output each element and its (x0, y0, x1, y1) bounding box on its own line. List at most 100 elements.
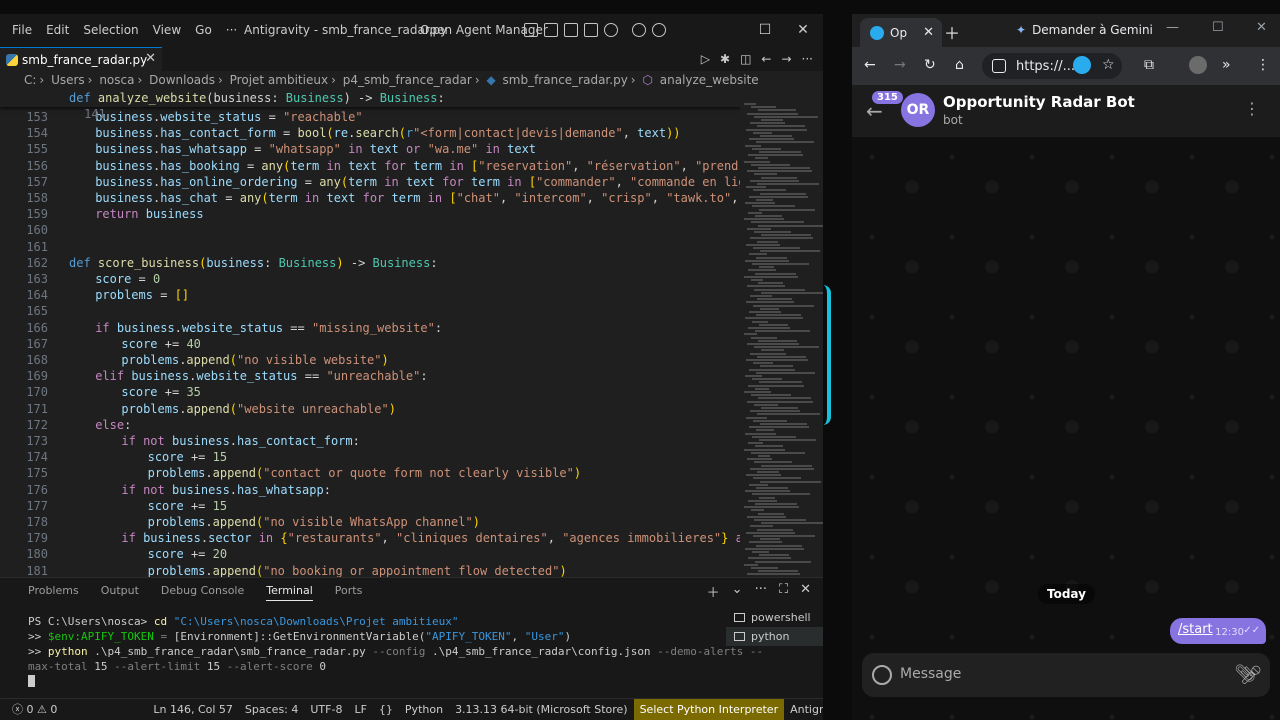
code-line[interactable]: 171 problems.append("website unreachable"… (0, 401, 740, 417)
code-line[interactable]: 169 elif business.website_status == "unre… (0, 368, 740, 384)
code-line[interactable]: 170 score += 35 (0, 384, 740, 400)
more-actions-icon[interactable]: ··· (802, 52, 813, 66)
code-line[interactable]: 161 (0, 239, 740, 255)
breadcrumb-item[interactable]: Projet ambitieux (230, 73, 328, 87)
profile-avatar[interactable] (1189, 56, 1207, 74)
ask-gemini-button[interactable]: ✦ Demander à Gemini (1016, 20, 1153, 40)
chevron-down-icon[interactable]: ⌄ (732, 582, 743, 601)
sidebar-toggle-icon[interactable] (544, 23, 558, 37)
menu-more[interactable]: ··· (219, 14, 244, 47)
tab-terminal[interactable]: Terminal (266, 584, 313, 601)
code-line[interactable]: 165 (0, 303, 740, 319)
maximize-icon[interactable]: ☐ (1212, 20, 1224, 35)
code-line[interactable]: 153 business.website_status = "reachable" (0, 109, 740, 125)
chat-name[interactable]: Opportunity Radar Bot (943, 93, 1135, 111)
code-line[interactable]: 163 score = 0 (0, 271, 740, 287)
close-panel-icon[interactable]: ✕ (800, 582, 811, 601)
tab-close-icon[interactable]: ✕ (145, 51, 156, 66)
microphone-icon[interactable]: 🎤︎ (1234, 655, 1268, 695)
back-icon[interactable]: ← (761, 52, 771, 66)
tab-debug-console[interactable]: Debug Console (161, 584, 244, 601)
tab-ports[interactable]: Ports (335, 584, 363, 601)
status-position[interactable]: Ln 146, Col 57 (147, 699, 239, 720)
emoji-icon[interactable] (872, 665, 892, 685)
back-icon[interactable]: ← (864, 57, 876, 73)
run-icon[interactable]: ▷ (701, 52, 710, 66)
chrome-icon[interactable] (632, 23, 646, 37)
status-encoding[interactable]: UTF-8 (304, 699, 348, 720)
bookmark-star-icon[interactable]: ☆ (1102, 57, 1115, 73)
more-icon[interactable]: ··· (755, 582, 767, 601)
message-composer[interactable]: Message 📎︎ (862, 653, 1270, 697)
new-terminal-icon[interactable]: ＋ (707, 582, 720, 601)
browser-menu-icon[interactable]: ⋮ (1256, 57, 1270, 73)
status-eol[interactable]: LF (348, 699, 372, 720)
status-problems[interactable]: ⓧ 0 ⚠ 0 (6, 699, 63, 720)
editor-tab-smb-france-radar[interactable]: smb_france_radar.py ✕ (0, 47, 162, 71)
browser-tab-telegram[interactable]: Op ✕ (860, 18, 942, 47)
chat-area[interactable]: Today /start 12:30 ✓✓ Message 📎︎ 🎤︎ (852, 137, 1280, 720)
forward-icon[interactable]: → (781, 52, 791, 66)
address-bar[interactable]: https://... (982, 53, 1122, 79)
menu-go[interactable]: Go (188, 14, 219, 47)
code-line[interactable]: 179 if business.sector in {"restaurants",… (0, 530, 740, 546)
code-line[interactable]: 166 if business.website_status == "missin… (0, 320, 740, 336)
code-line[interactable]: 172 else: (0, 417, 740, 433)
extensions-icon[interactable]: ⧉ (1144, 57, 1154, 73)
message-text[interactable]: /start (1178, 622, 1213, 637)
code-line[interactable]: 162 def score_business(business: Business… (0, 255, 740, 271)
code-line[interactable]: 177 score += 15 (0, 498, 740, 514)
select-interpreter-button[interactable]: Select Python Interpreter (633, 698, 785, 720)
status-language[interactable]: Python (399, 699, 449, 720)
terminal-item-python[interactable]: python (726, 627, 823, 646)
sticky-scroll-line[interactable]: 141 def analyze_website(business: Busine… (0, 89, 740, 121)
tab-close-icon[interactable]: ✕ (923, 25, 934, 40)
minimize-icon[interactable]: — (1166, 20, 1179, 35)
panel-toggle-icon[interactable] (564, 23, 578, 37)
code-line[interactable]: 176 if not business.has_whatsapp: (0, 482, 740, 498)
close-icon[interactable]: ✕ (793, 14, 813, 47)
chat-menu-icon[interactable]: ⋮ (1244, 99, 1260, 118)
code-line[interactable]: 156 business.has_booking = any(term in te… (0, 158, 740, 174)
code-line[interactable]: 181 problems.append("no booking or appoin… (0, 563, 740, 577)
chat-avatar[interactable]: OR (901, 93, 935, 127)
close-icon[interactable]: ✕ (1256, 20, 1267, 35)
menu-file[interactable]: File (5, 14, 39, 47)
tab-problems[interactable]: Problems (28, 584, 79, 601)
code-line[interactable]: 178 problems.append("no visible WhatsApp … (0, 514, 740, 530)
breadcrumb-item[interactable]: analyze_website (660, 73, 759, 87)
home-icon[interactable]: ⌂ (955, 57, 964, 73)
telegram-extension-icon[interactable] (1073, 56, 1091, 74)
code-editor[interactable]: 141 def analyze_website(business: Busine… (0, 89, 740, 577)
code-line[interactable]: 157 business.has_online_ordering = any(te… (0, 174, 740, 190)
menu-view[interactable]: View (146, 14, 188, 47)
status-spaces[interactable]: Spaces: 4 (239, 699, 304, 720)
code-line[interactable]: 160 (0, 222, 740, 238)
breadcrumb-item[interactable]: Users (51, 73, 85, 87)
code-line[interactable]: 167 score += 40 (0, 336, 740, 352)
maximize-icon[interactable]: ☐ (755, 14, 775, 47)
settings-gear-icon[interactable] (652, 23, 666, 37)
search-icon[interactable] (604, 23, 618, 37)
minimap[interactable] (740, 89, 823, 577)
split-editor-icon[interactable]: ◫ (740, 52, 751, 66)
code-line[interactable]: 168 problems.append("no visible website") (0, 352, 740, 368)
breadcrumb-item[interactable]: smb_france_radar.py (503, 73, 628, 87)
code-line[interactable]: 154 business.has_contact_form = bool(re.s… (0, 125, 740, 141)
menu-selection[interactable]: Selection (76, 14, 145, 47)
status-language-braces[interactable]: {} (373, 699, 399, 720)
code-line[interactable]: 180 score += 20 (0, 546, 740, 562)
chevron-double-right-icon[interactable]: » (1222, 57, 1231, 73)
status-settings[interactable]: Antigravity - Settings (784, 699, 823, 720)
debug-icon[interactable]: ✱ (720, 52, 730, 66)
breadcrumb-item[interactable]: C: (24, 73, 36, 87)
code-line[interactable]: 164 problems = [] (0, 287, 740, 303)
layout-icon[interactable] (524, 23, 538, 37)
outgoing-message[interactable]: /start 12:30 ✓✓ (1170, 618, 1266, 644)
breadcrumb-item[interactable]: Downloads (149, 73, 215, 87)
code-line[interactable]: 155 business.has_whatsapp = "whatsapp" in… (0, 141, 740, 157)
terminal-item-powershell[interactable]: powershell (726, 608, 823, 627)
tab-output[interactable]: Output (101, 584, 139, 601)
code-line[interactable]: 175 problems.append("contact or quote for… (0, 465, 740, 481)
new-tab-icon[interactable]: ＋ (944, 20, 960, 44)
